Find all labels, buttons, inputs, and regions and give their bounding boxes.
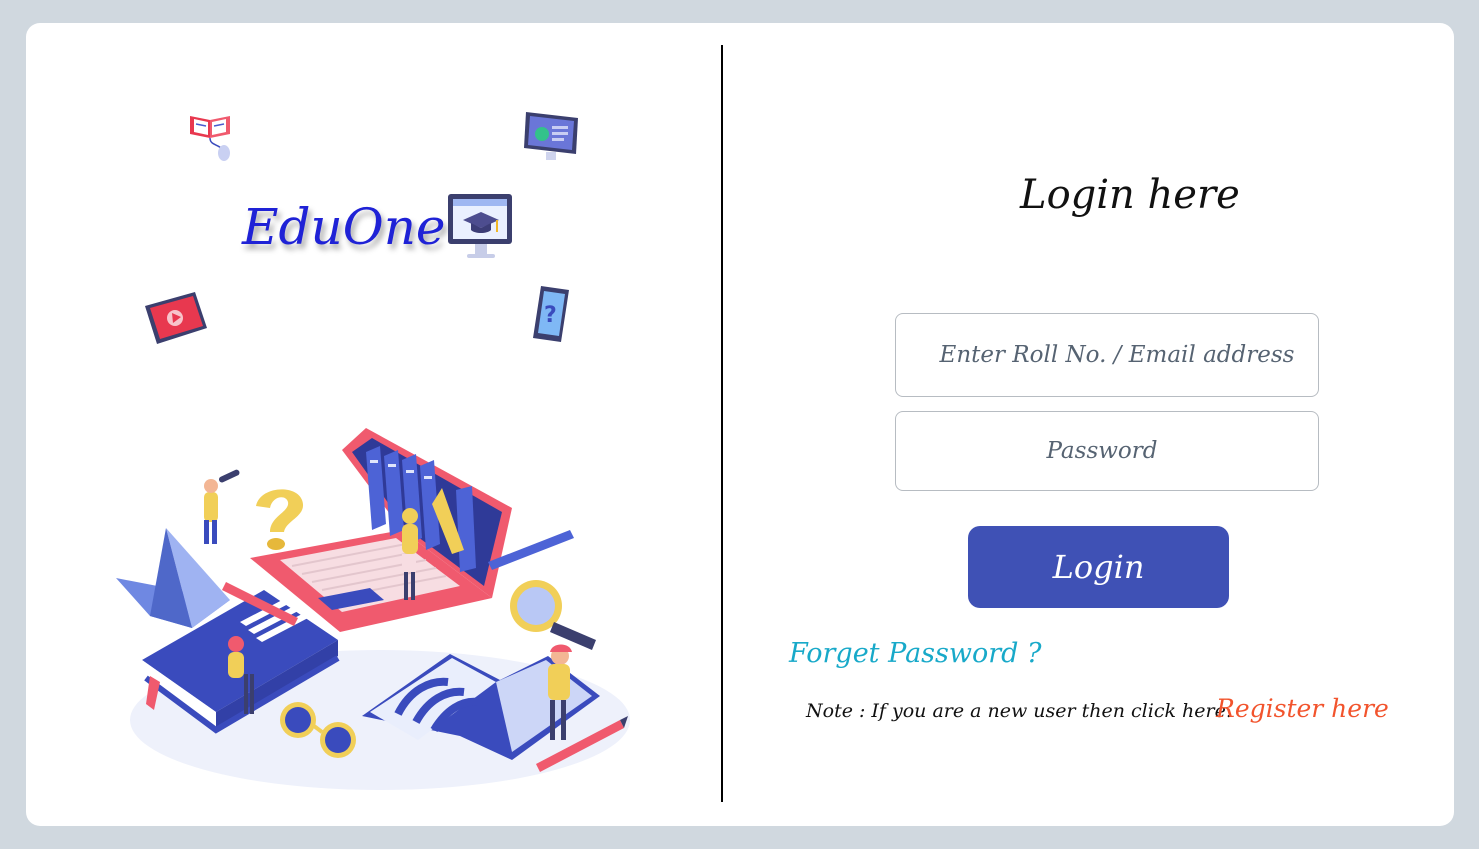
panel-divider [721,45,723,802]
open-book-mouse-icon [190,116,230,161]
monitor-graduation-cap-icon [448,194,512,258]
login-title: Login here [1020,172,1240,218]
roll-email-input[interactable] [895,313,1319,397]
tablet-play-icon [145,292,207,344]
register-note: Note : If you are a new user then click … [806,700,1232,722]
education-illustration [116,428,630,790]
login-button[interactable]: Login [968,526,1229,608]
forget-password-link[interactable]: Forget Password ? [789,638,1042,669]
svg-text:?: ? [544,303,557,328]
monitor-flask-icon [524,112,578,160]
register-link[interactable]: Register here [1216,694,1389,723]
phone-question-icon: ? [533,286,569,342]
brand-title: EduOne [242,198,446,256]
password-input[interactable] [895,411,1319,491]
